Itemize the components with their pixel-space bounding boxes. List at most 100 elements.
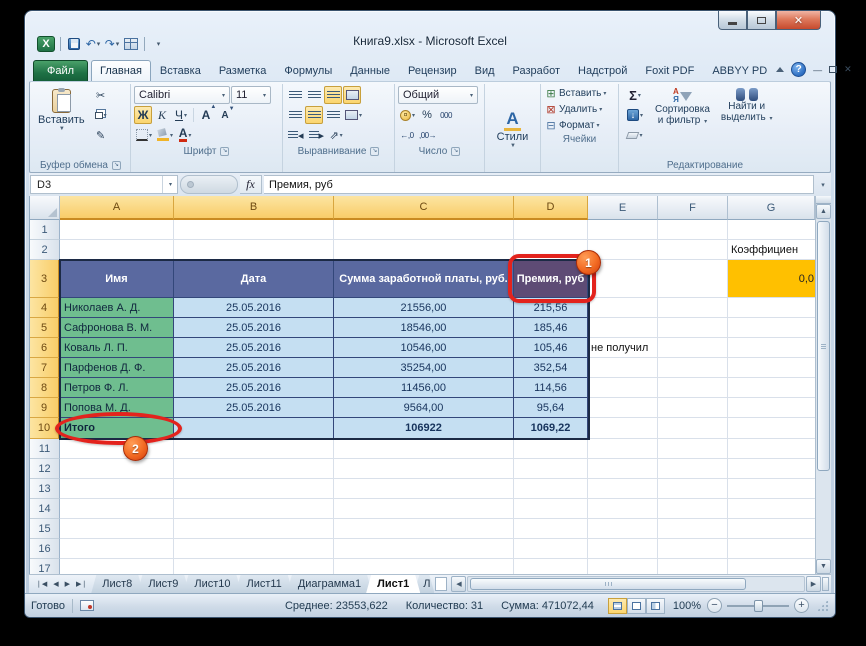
prev-sheet-icon[interactable]: ◀ (51, 579, 60, 589)
cell-F16[interactable] (658, 539, 728, 559)
cell-G2[interactable]: Коэффициен (728, 240, 815, 260)
merge-center-button[interactable]: ▾ (343, 106, 364, 124)
col-header-E[interactable]: E (588, 196, 658, 220)
row-header-7[interactable]: 7 (30, 358, 60, 378)
cell-F5[interactable] (658, 318, 728, 338)
cell-F8[interactable] (658, 378, 728, 398)
row-header-4[interactable]: 4 (30, 298, 60, 318)
autosum-button[interactable]: Σ▾ (622, 86, 648, 104)
cell-C12[interactable] (334, 459, 514, 479)
accounting-format-button[interactable]: ¤▾ (398, 106, 417, 124)
cell-D14[interactable] (514, 499, 588, 519)
cell-C11[interactable] (334, 439, 514, 459)
cell-A11[interactable] (60, 439, 174, 459)
row-header-9[interactable]: 9 (30, 398, 60, 418)
cell-A8[interactable]: Петров Ф. Л. (60, 378, 174, 398)
align-left-button[interactable] (286, 106, 304, 124)
row-header-11[interactable]: 11 (30, 439, 60, 459)
row-header-14[interactable]: 14 (30, 499, 60, 519)
wrap-text-button[interactable] (343, 86, 361, 104)
decrease-indent-button[interactable]: ◂ (286, 126, 306, 144)
cell-A2[interactable] (60, 240, 174, 260)
cell-D10[interactable]: 1069,22 (514, 418, 588, 439)
name-box[interactable]: D3 ▾ (30, 175, 178, 194)
align-right-button[interactable] (324, 106, 342, 124)
cell-E12[interactable] (588, 459, 658, 479)
macro-record-icon[interactable] (80, 600, 94, 611)
tab-review[interactable]: Рецензир (399, 60, 466, 81)
sheet-tab[interactable]: Лист10 (183, 575, 241, 593)
row-header-12[interactable]: 12 (30, 459, 60, 479)
insert-sheet-button[interactable] (435, 577, 447, 591)
cell-A12[interactable] (60, 459, 174, 479)
cell-E7[interactable] (588, 358, 658, 378)
cell-B7[interactable]: 25.05.2016 (174, 358, 334, 378)
number-format-combo[interactable]: Общий▾ (398, 86, 478, 104)
zoom-level[interactable]: 100% (673, 600, 701, 612)
cell-C7[interactable]: 35254,00 (334, 358, 514, 378)
horizontal-scroll-thumb[interactable] (470, 578, 745, 590)
cell-G4[interactable] (728, 298, 815, 318)
cell-D12[interactable] (514, 459, 588, 479)
cell-D1[interactable] (514, 220, 588, 240)
cell-B15[interactable] (174, 519, 334, 539)
cell-A13[interactable] (60, 479, 174, 499)
normal-view-button[interactable] (608, 598, 627, 614)
next-sheet-icon[interactable]: ▶ (63, 579, 72, 589)
increase-indent-button[interactable]: ▸ (307, 126, 327, 144)
cut-button[interactable]: ✂ (92, 86, 110, 104)
cell-G10[interactable] (728, 418, 815, 439)
cell-G1[interactable] (728, 220, 815, 240)
clear-button[interactable]: ▾ (622, 126, 648, 144)
col-header-F[interactable]: F (658, 196, 728, 220)
cell-E10[interactable] (588, 418, 658, 439)
cell-A3[interactable]: Имя (60, 260, 174, 298)
cell-G15[interactable] (728, 519, 815, 539)
minimize-ribbon-icon[interactable] (776, 67, 784, 72)
cell-E9[interactable] (588, 398, 658, 418)
decrease-decimal-button[interactable]: ,00→ (417, 126, 438, 144)
cell-G8[interactable] (728, 378, 815, 398)
sort-filter-button[interactable]: АЯ Сортировка и фильтр ▾ (651, 86, 714, 158)
tab-page-layout[interactable]: Разметка (210, 60, 276, 81)
orientation-button[interactable]: ⇗▾ (327, 126, 345, 144)
cell-A6[interactable]: Коваль Л. П. (60, 338, 174, 358)
fill-color-button[interactable]: ▾ (155, 126, 175, 144)
tab-data[interactable]: Данные (341, 60, 399, 81)
cell-E8[interactable] (588, 378, 658, 398)
doc-close-button[interactable]: ✕ (844, 64, 852, 75)
help-icon[interactable]: ? (791, 62, 806, 77)
scroll-right-icon[interactable]: ▶ (806, 576, 821, 592)
cell-B12[interactable] (174, 459, 334, 479)
cell-C2[interactable] (334, 240, 514, 260)
cell-G9[interactable] (728, 398, 815, 418)
paste-button[interactable]: Вставить ▼ (34, 86, 89, 158)
cell-C17[interactable] (334, 559, 514, 574)
cell-B3[interactable]: Дата (174, 260, 334, 298)
cell-F15[interactable] (658, 519, 728, 539)
cell-E15[interactable] (588, 519, 658, 539)
cell-B8[interactable]: 25.05.2016 (174, 378, 334, 398)
cell-F6[interactable] (658, 338, 728, 358)
cell-F1[interactable] (658, 220, 728, 240)
last-sheet-icon[interactable]: ▶❘ (74, 579, 89, 589)
cell-G7[interactable] (728, 358, 815, 378)
font-size-combo[interactable]: 11▾ (231, 86, 271, 104)
cell-B9[interactable]: 25.05.2016 (174, 398, 334, 418)
font-color-button[interactable]: A▾ (176, 126, 194, 144)
doc-restore-button[interactable] (829, 66, 837, 73)
copy-button[interactable]: ▾ (92, 106, 110, 124)
expand-formula-bar-icon[interactable]: ▾ (816, 175, 830, 194)
tab-file[interactable]: Файл (33, 60, 88, 81)
row-header-17[interactable]: 17 (30, 559, 60, 574)
dialog-launcher-icon[interactable]: ↘ (370, 147, 379, 156)
scroll-up-icon[interactable]: ▲ (816, 204, 831, 219)
tab-home[interactable]: Главная (91, 60, 151, 81)
scroll-left-icon[interactable]: ◀ (451, 576, 466, 592)
cell-A16[interactable] (60, 539, 174, 559)
cell-B1[interactable] (174, 220, 334, 240)
cell-G3[interactable]: 0,0 (728, 260, 815, 298)
cell-B10[interactable] (174, 418, 334, 439)
percent-button[interactable]: % (418, 106, 436, 124)
cell-C13[interactable] (334, 479, 514, 499)
